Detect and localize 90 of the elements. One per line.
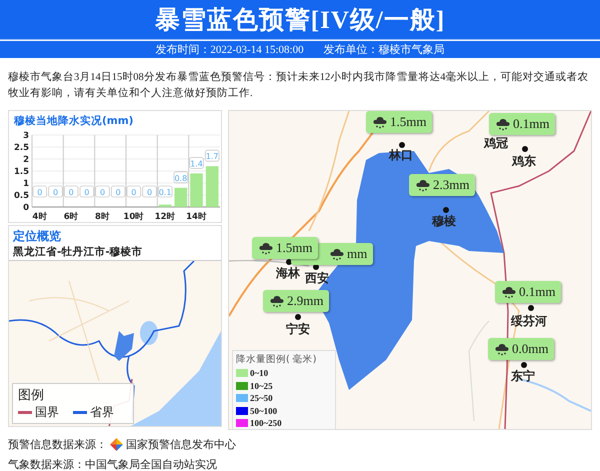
source-label: 预警信息数据来源： bbox=[8, 436, 107, 452]
diamond-logo-icon bbox=[110, 438, 123, 450]
source-name: 国家预警信息发布中心 bbox=[126, 436, 236, 452]
city-label: 东宁 bbox=[511, 368, 535, 385]
value-label: 0 bbox=[126, 186, 141, 198]
value-label: 0 bbox=[64, 186, 78, 198]
y-tick-label: 1 bbox=[23, 179, 29, 189]
y-tick-label: 3 bbox=[23, 131, 29, 141]
snow-cloud-icon bbox=[269, 293, 285, 309]
legend-label: 25~50 bbox=[250, 393, 273, 404]
legend-label: 100~250 bbox=[250, 418, 282, 428]
chart-title: 穆棱当地降水实况(mm) bbox=[12, 114, 134, 128]
value-label: 0 bbox=[32, 186, 47, 198]
x-tick-label: 8时 bbox=[95, 212, 110, 222]
x-tick-label: 14时 bbox=[186, 212, 207, 222]
y-tick-label: 0.5 bbox=[14, 191, 29, 201]
warning-message: 穆棱市气象台3月14日15时08分发布暴雪蓝色预警信号：预计未来12小时内我市降雪量将达4毫米以上，可能对交通或者农牧业有影响，请有关单位和个人注意做好预防工作. bbox=[8, 70, 590, 101]
value-label: 0.8 bbox=[174, 172, 188, 184]
y-tick-label: 1.5 bbox=[14, 167, 29, 177]
value-label: 0 bbox=[111, 186, 126, 198]
city-label: 鸡冠 bbox=[484, 135, 508, 152]
warning-title: 暴雪蓝色预警[IV级/一般] bbox=[154, 6, 446, 36]
weather-source: 气象数据来源：中国气象局全国自动站实况 bbox=[8, 456, 218, 471]
snow-cloud-icon bbox=[415, 177, 431, 193]
location-path: 黑龙江省-牡丹江市-穆棱市 bbox=[12, 245, 144, 260]
y-tick-label: 2.5 bbox=[14, 143, 29, 153]
city-dot-icon bbox=[399, 142, 405, 148]
bar bbox=[158, 204, 172, 207]
city-label: 穆棱 bbox=[432, 213, 456, 230]
data-label: 1.7 bbox=[206, 152, 219, 162]
legend-label: 国界 bbox=[35, 404, 59, 421]
city-label: 海林 bbox=[276, 265, 300, 282]
rainfall-value: 0.1mm bbox=[513, 116, 550, 132]
city-dot-icon bbox=[286, 259, 292, 265]
rainfall-value: mm bbox=[347, 246, 368, 262]
snow-cloud-icon bbox=[329, 246, 345, 262]
value-label: 0.1 bbox=[158, 186, 172, 198]
city-label: 鸡东 bbox=[512, 153, 536, 170]
value-label: 1.7 bbox=[205, 150, 220, 162]
bar bbox=[206, 166, 218, 207]
data-label: 0 bbox=[100, 188, 106, 197]
value-label: 1.4 bbox=[189, 157, 204, 169]
city-dot-icon bbox=[522, 146, 528, 152]
city-label: 林口 bbox=[389, 147, 413, 164]
data-label: 0 bbox=[116, 188, 121, 197]
rainfall-value: 2.3mm bbox=[433, 177, 470, 193]
data-label: 0 bbox=[52, 188, 58, 197]
x-tick-label: 6时 bbox=[64, 212, 79, 222]
data-label: 0 bbox=[84, 188, 90, 197]
city-label: 宁安 bbox=[286, 321, 310, 338]
rainfall-value: 0.1mm bbox=[519, 284, 556, 300]
y-tick-label: 0 bbox=[23, 203, 29, 213]
value-label: 0 bbox=[95, 186, 110, 198]
bar bbox=[174, 188, 188, 207]
data-label: 0 bbox=[37, 188, 42, 197]
legend-label: 0~10 bbox=[250, 368, 268, 378]
snow-cloud-icon bbox=[501, 284, 517, 300]
location-title: 定位概览 bbox=[12, 228, 62, 245]
publisher: 发布单位：穆棱市气象局 bbox=[324, 42, 445, 57]
x-tick-label: 4时 bbox=[32, 212, 48, 222]
y-tick-label: 2 bbox=[23, 155, 29, 165]
value-label: 0 bbox=[80, 186, 94, 198]
data-label: 0 bbox=[68, 188, 74, 197]
snow-cloud-icon bbox=[372, 114, 388, 130]
data-label: 0 bbox=[131, 188, 136, 197]
city-label: 西安 bbox=[305, 270, 329, 287]
x-tick-label: 10时 bbox=[123, 212, 144, 222]
x-tick-label: 12时 bbox=[154, 212, 176, 222]
snow-cloud-icon bbox=[495, 116, 511, 132]
value-label: 0 bbox=[48, 186, 63, 198]
city-dot-icon bbox=[295, 314, 301, 320]
rainfall-value: 1.5mm bbox=[390, 114, 426, 130]
city-dot-icon bbox=[521, 362, 527, 368]
value-label: 0 bbox=[142, 186, 157, 198]
rainfall-value: 0.0mm bbox=[512, 341, 548, 357]
data-label: 0.1 bbox=[158, 188, 172, 197]
legend-label: 50~100 bbox=[250, 406, 278, 416]
legend-label: 10~25 bbox=[250, 380, 273, 391]
publish-time: 发布时间：2022-03-14 15:08:00 bbox=[155, 43, 304, 57]
snow-cloud-icon bbox=[258, 240, 274, 256]
legend-title: 图例 bbox=[18, 387, 45, 404]
rainfall-value: 2.9mm bbox=[287, 293, 324, 309]
snow-cloud-icon bbox=[494, 341, 510, 357]
bar bbox=[190, 173, 203, 207]
city-dot-icon bbox=[528, 305, 534, 311]
rainfall-value: 1.5mm bbox=[276, 240, 312, 256]
city-label: 绥芬河 bbox=[511, 313, 547, 330]
legend-label: 省界 bbox=[90, 404, 114, 421]
data-label: 0 bbox=[146, 188, 152, 197]
legend-title: 降水量图例( 毫米) bbox=[236, 353, 318, 366]
